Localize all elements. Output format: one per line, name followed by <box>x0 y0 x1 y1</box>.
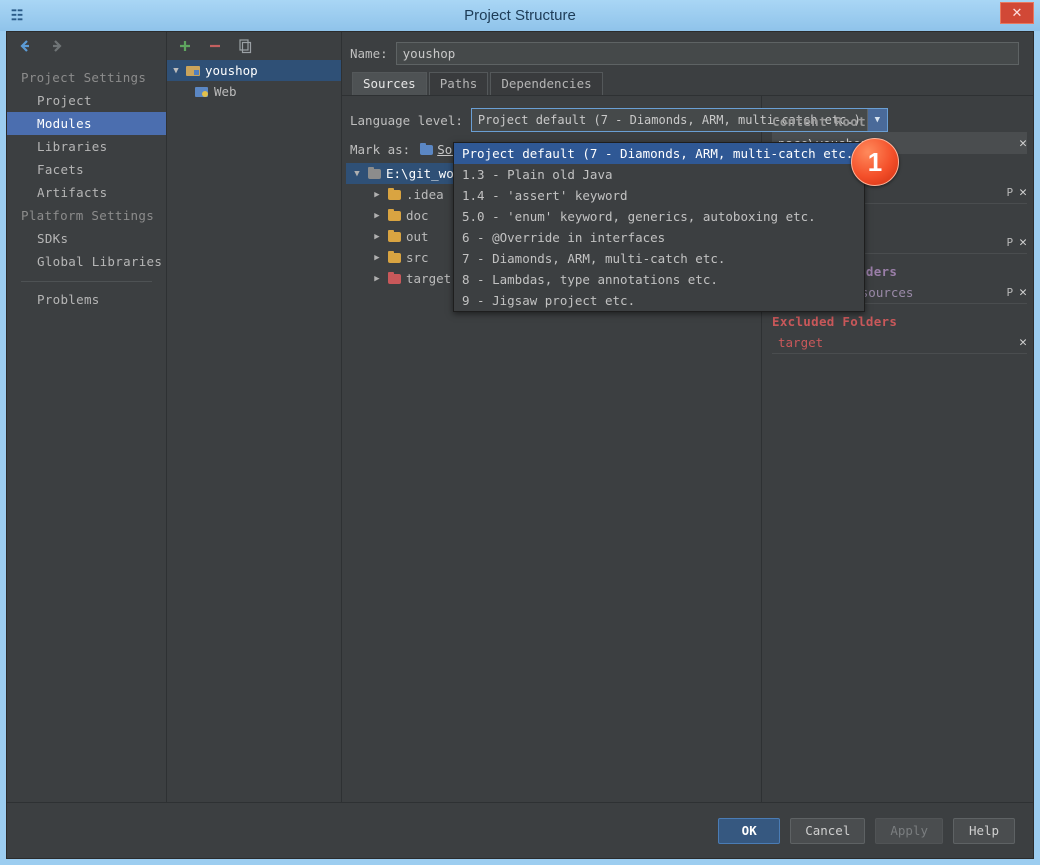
sidebar-item-project[interactable]: Project <box>7 89 166 112</box>
sidebar-item-modules[interactable]: Modules <box>7 112 166 135</box>
close-x-icon[interactable]: ✕ <box>1019 235 1027 250</box>
folder-yellow-icon <box>388 229 401 242</box>
modules-pane: ▼ youshop Web <box>167 32 342 802</box>
package-prefix-icon[interactable]: P <box>1007 236 1014 249</box>
excluded-folder-path: target <box>778 335 824 350</box>
arrow-left-icon[interactable] <box>17 38 33 54</box>
modules-tree-row-web[interactable]: Web <box>167 81 341 102</box>
name-label: Name: <box>350 46 388 61</box>
excluded-folders-heading: Excluded Folders <box>772 314 898 329</box>
dropdown-item-5-0[interactable]: 5.0 - 'enum' keyword, generics, autoboxi… <box>454 206 864 227</box>
web-facet-icon <box>195 86 209 98</box>
modules-tree-row-youshop[interactable]: ▼ youshop <box>167 60 341 81</box>
minus-icon[interactable] <box>207 38 223 54</box>
close-x-icon[interactable]: ✕ <box>1019 285 1027 300</box>
sidebar-list: Project Settings Project Modules Librari… <box>7 60 166 311</box>
chevron-right-icon[interactable]: ▶ <box>366 211 388 221</box>
close-x-icon[interactable]: ✕ <box>1019 335 1027 350</box>
dropdown-item-1-3[interactable]: 1.3 - Plain old Java <box>454 164 864 185</box>
dropdown-item-8[interactable]: 8 - Lambdas, type annotations etc. <box>454 269 864 290</box>
title-bar: ☷ Project Structure ✕ <box>0 0 1040 31</box>
folder-yellow-icon <box>388 187 401 200</box>
package-prefix-icon[interactable]: P <box>1007 186 1014 199</box>
modules-toolbar <box>167 32 341 60</box>
sidebar-group-platform-settings: Platform Settings <box>21 208 155 223</box>
sidebar-group-project-settings: Project Settings <box>21 70 147 85</box>
sidebar-item-global-libraries[interactable]: Global Libraries <box>7 250 166 273</box>
apply-button: Apply <box>875 817 943 844</box>
file-tree-label: target <box>406 271 452 286</box>
mark-as-label: Mark as: <box>350 142 411 157</box>
tab-dependencies[interactable]: Dependencies <box>490 72 603 95</box>
modules-tree-label: Web <box>214 84 237 99</box>
help-button[interactable]: Help <box>953 817 1015 844</box>
ok-button[interactable]: OK <box>718 817 781 844</box>
dropdown-item-1-4[interactable]: 1.4 - 'assert' keyword <box>454 185 864 206</box>
language-level-label: Language level: <box>350 112 463 128</box>
dropdown-item-6[interactable]: 6 - @Override in interfaces <box>454 227 864 248</box>
sidebar-divider <box>21 281 152 282</box>
package-prefix-icon[interactable]: P <box>1007 286 1014 299</box>
chevron-right-icon[interactable]: ▶ <box>366 253 388 263</box>
module-name-input[interactable] <box>395 42 1019 65</box>
tab-sources[interactable]: Sources <box>352 72 427 95</box>
chevron-down-icon[interactable]: ▼ <box>171 66 181 76</box>
language-level-dropdown[interactable]: Project default (7 - Diamonds, ARM, mult… <box>453 142 865 312</box>
chevron-right-icon[interactable]: ▶ <box>366 190 388 200</box>
file-tree-label: doc <box>406 208 429 223</box>
project-structure-window: ☷ Project Structure ✕ Project Settings P… <box>0 0 1040 865</box>
annotation-badge-1: 1 <box>851 138 899 186</box>
sidebar: Project Settings Project Modules Librari… <box>7 32 167 802</box>
sidebar-item-artifacts[interactable]: Artifacts <box>7 181 166 204</box>
modules-tree-label: youshop <box>205 63 258 78</box>
copy-icon[interactable] <box>237 38 253 54</box>
file-tree-label: .idea <box>406 187 444 202</box>
module-icon <box>186 65 200 77</box>
tab-bar: Sources Paths Dependencies <box>342 71 1033 96</box>
dialog-footer: OK Cancel Apply Help <box>7 802 1033 858</box>
close-icon[interactable]: ✕ <box>1000 2 1034 24</box>
cancel-button[interactable]: Cancel <box>790 817 866 844</box>
folder-outline-icon <box>368 166 381 179</box>
chevron-down-icon[interactable]: ▼ <box>346 169 368 179</box>
dropdown-item-9[interactable]: 9 - Jigsaw project etc. <box>454 290 864 311</box>
sidebar-item-problems[interactable]: Problems <box>7 288 166 311</box>
chevron-right-icon[interactable]: ▶ <box>366 232 388 242</box>
sidebar-item-libraries[interactable]: Libraries <box>7 135 166 158</box>
file-tree-label: out <box>406 229 429 244</box>
modules-tree: ▼ youshop Web <box>167 60 341 102</box>
close-x-icon[interactable]: ✕ <box>1019 136 1027 151</box>
name-row: Name: <box>342 32 1033 71</box>
dropdown-item-project-default[interactable]: Project default (7 - Diamonds, ARM, mult… <box>454 143 864 164</box>
tab-paths[interactable]: Paths <box>428 72 489 95</box>
content-root-heading: Content Root <box>772 114 866 129</box>
folder-red-icon <box>388 271 401 284</box>
dropdown-item-7[interactable]: 7 - Diamonds, ARM, multi-catch etc. <box>454 248 864 269</box>
excluded-folder-item[interactable]: target ✕ <box>772 332 1027 354</box>
file-tree-label: src <box>406 250 429 265</box>
folder-blue-icon <box>420 142 434 155</box>
language-level-row: Language level: Project default (7 - Dia… <box>342 104 888 140</box>
arrow-right-icon[interactable] <box>49 38 65 54</box>
folder-yellow-icon <box>388 208 401 221</box>
close-x-icon[interactable]: ✕ <box>1019 185 1027 200</box>
nav-arrows <box>7 32 166 60</box>
sidebar-item-sdks[interactable]: SDKs <box>7 227 166 250</box>
chevron-right-icon[interactable]: ▶ <box>366 274 388 284</box>
window-title: Project Structure <box>464 7 576 24</box>
folder-yellow-icon <box>388 250 401 263</box>
sidebar-item-facets[interactable]: Facets <box>7 158 166 181</box>
plus-icon[interactable] <box>177 38 193 54</box>
